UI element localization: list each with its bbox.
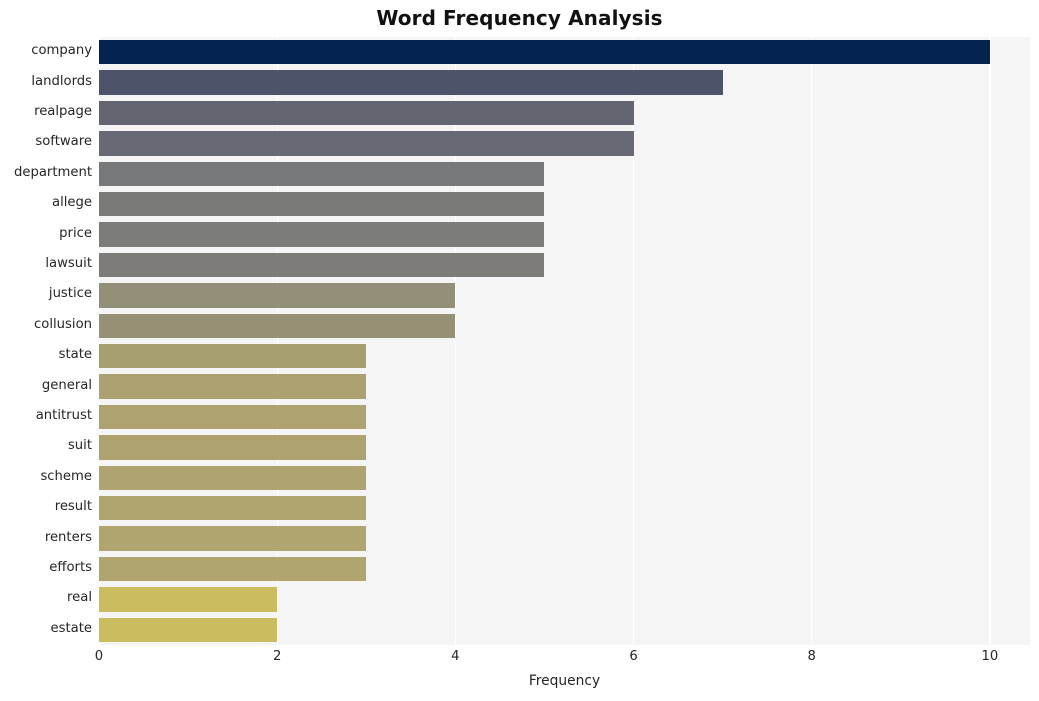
bar-software[interactable] bbox=[99, 131, 634, 156]
bar-scheme[interactable] bbox=[99, 465, 367, 490]
x-tick-label-4: 4 bbox=[451, 649, 460, 664]
y-tick-label-justice: justice bbox=[48, 286, 92, 302]
y-tick-label-realpage: realpage bbox=[34, 104, 92, 119]
bar-suit[interactable] bbox=[99, 435, 367, 460]
bar-row[interactable] bbox=[99, 435, 1030, 460]
bar-row[interactable] bbox=[99, 556, 1030, 582]
bar-company[interactable] bbox=[99, 40, 990, 65]
bar-row[interactable] bbox=[99, 161, 1030, 186]
bar-row[interactable] bbox=[99, 344, 1030, 369]
bar-row[interactable] bbox=[99, 40, 1030, 65]
bar-antitrust[interactable] bbox=[99, 404, 367, 430]
bar-row[interactable] bbox=[99, 131, 1030, 156]
bar-row[interactable] bbox=[99, 192, 1030, 217]
y-tick-label-price: price bbox=[59, 225, 92, 241]
y-tick-label-company: company bbox=[31, 43, 92, 59]
bar-landlords[interactable] bbox=[99, 70, 723, 95]
y-tick-label-estate: estate bbox=[50, 620, 92, 636]
y-tick-label-real: real bbox=[67, 590, 92, 606]
x-tick-label-8: 8 bbox=[807, 649, 816, 664]
bar-row[interactable] bbox=[99, 404, 1030, 430]
bar-row[interactable] bbox=[99, 617, 1030, 642]
y-tick-label-antitrust: antitrust bbox=[35, 408, 92, 423]
bar-row[interactable] bbox=[99, 465, 1030, 490]
y-axis-tick-labels: company landlords realpage software departme… bbox=[0, 37, 92, 645]
bar-row[interactable] bbox=[99, 100, 1030, 126]
bar-price[interactable] bbox=[99, 222, 545, 247]
bar-estate[interactable] bbox=[99, 617, 278, 642]
bar-allege[interactable] bbox=[99, 192, 545, 217]
bar-department[interactable] bbox=[99, 161, 545, 186]
x-axis-label: Frequency bbox=[528, 673, 601, 689]
y-tick-label-general: general bbox=[41, 377, 92, 393]
y-tick-label-scheme: scheme bbox=[40, 468, 92, 484]
word-frequency-chart: Word Frequency Analysis company landlords… bbox=[0, 0, 1039, 701]
bar-row[interactable] bbox=[99, 496, 1030, 521]
x-axis-tick-labels: 0 2 4 6 8 10 bbox=[0, 649, 1039, 671]
bar-row[interactable] bbox=[99, 313, 1030, 338]
bar-row[interactable] bbox=[99, 526, 1030, 551]
y-tick-label-software: software bbox=[35, 134, 92, 150]
y-tick-label-renters: renters bbox=[44, 529, 92, 545]
y-tick-label-department: department bbox=[13, 164, 92, 180]
y-tick-label-allege: allege bbox=[51, 195, 92, 211]
bar-row[interactable] bbox=[99, 70, 1030, 95]
bar-row[interactable] bbox=[99, 283, 1030, 308]
bar-state[interactable] bbox=[99, 344, 367, 369]
y-tick-label-efforts: efforts bbox=[49, 560, 92, 575]
bar-renters[interactable] bbox=[99, 526, 367, 551]
y-tick-label-result: result bbox=[54, 499, 92, 515]
bar-justice[interactable] bbox=[99, 283, 456, 308]
bar-result[interactable] bbox=[99, 496, 367, 521]
bar-efforts[interactable] bbox=[99, 556, 367, 582]
bar-row[interactable] bbox=[99, 587, 1030, 612]
bar-row[interactable] bbox=[99, 222, 1030, 247]
bar-collusion[interactable] bbox=[99, 313, 456, 338]
x-tick-label-0: 0 bbox=[94, 649, 104, 664]
bar-row[interactable] bbox=[99, 374, 1030, 399]
bar-series bbox=[99, 37, 1030, 645]
bar-row[interactable] bbox=[99, 252, 1030, 278]
y-tick-label-state: state bbox=[58, 347, 92, 363]
bar-general[interactable] bbox=[99, 374, 367, 399]
bar-real[interactable] bbox=[99, 587, 278, 612]
y-tick-label-suit: suit bbox=[67, 438, 92, 454]
x-tick-label-6: 6 bbox=[629, 649, 638, 664]
x-tick-label-2: 2 bbox=[272, 649, 282, 664]
x-tick-label-10: 10 bbox=[981, 649, 999, 664]
y-tick-label-collusion: collusion bbox=[34, 316, 92, 332]
bar-realpage[interactable] bbox=[99, 100, 634, 126]
bar-lawsuit[interactable] bbox=[99, 252, 545, 278]
plot-area bbox=[99, 37, 1030, 645]
y-tick-label-landlords: landlords bbox=[31, 73, 92, 89]
chart-title: Word Frequency Analysis bbox=[376, 6, 663, 30]
y-tick-label-lawsuit: lawsuit bbox=[45, 256, 92, 271]
